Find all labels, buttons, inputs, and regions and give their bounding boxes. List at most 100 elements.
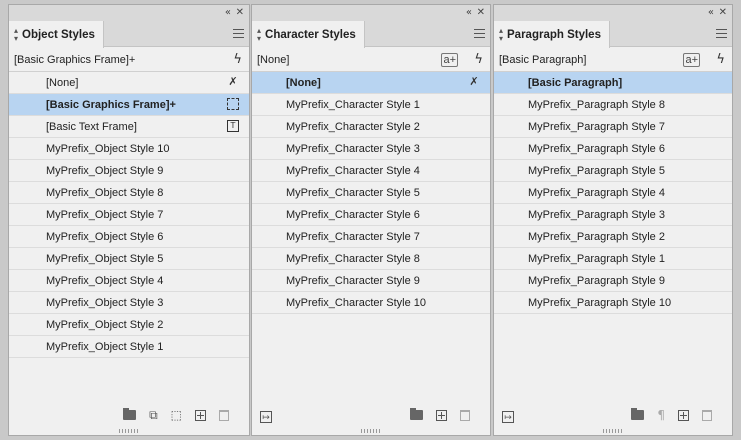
close-icon[interactable]: ✕ [719, 6, 727, 20]
list-item[interactable]: MyPrefix_Object Style 8 [9, 182, 249, 204]
tab-object-styles[interactable]: ▴ ▾ Object Styles [9, 21, 104, 48]
list-item[interactable]: MyPrefix_Character Style 9 [252, 270, 490, 292]
quick-apply-icon[interactable]: ϟ [474, 53, 483, 67]
list-item[interactable]: MyPrefix_Object Style 4 [9, 270, 249, 292]
new-style-group-icon[interactable] [123, 408, 137, 420]
resize-gripper[interactable] [119, 429, 139, 433]
clear-attributes-icon[interactable]: ⬚ [171, 408, 182, 422]
delete-style-icon[interactable] [219, 409, 229, 421]
style-name: MyPrefix_Character Style 8 [286, 252, 420, 265]
panel-menu-icon[interactable] [233, 29, 244, 38]
tab-strip: ▴ ▾ Paragraph Styles [494, 21, 732, 48]
style-name: MyPrefix_Object Style 7 [46, 208, 164, 221]
tab-paragraph-styles[interactable]: ▴ ▾ Paragraph Styles [494, 21, 610, 48]
resize-gripper[interactable] [361, 429, 381, 433]
style-name: MyPrefix_Character Style 1 [286, 98, 420, 111]
list-item[interactable]: MyPrefix_Object Style 2 [9, 314, 249, 336]
tab-order-icon: ▴ ▾ [499, 25, 504, 43]
panel-bottom-bar [252, 404, 490, 426]
list-item[interactable]: MyPrefix_Character Style 1 [252, 94, 490, 116]
list-item[interactable]: MyPrefix_Paragraph Style 4 [494, 182, 732, 204]
style-name: MyPrefix_Character Style 7 [286, 230, 420, 243]
list-item[interactable]: MyPrefix_Paragraph Style 3 [494, 204, 732, 226]
close-icon[interactable]: ✕ [477, 6, 485, 20]
clear-override-icon: ✗ [469, 75, 479, 88]
list-item[interactable]: MyPrefix_Object Style 6 [9, 226, 249, 248]
panel-menu-icon[interactable] [474, 29, 485, 38]
list-item[interactable]: MyPrefix_Paragraph Style 2 [494, 226, 732, 248]
clear-overrides-icon[interactable]: ⧉ [149, 408, 158, 422]
style-name: [Basic Text Frame] [46, 120, 137, 133]
list-item[interactable]: MyPrefix_Character Style 4 [252, 160, 490, 182]
list-item[interactable]: MyPrefix_Object Style 1 [9, 336, 249, 358]
panel-top-strip: « ✕ [9, 5, 249, 21]
create-new-style-icon[interactable] [195, 409, 206, 421]
list-item[interactable]: MyPrefix_Paragraph Style 1 [494, 248, 732, 270]
current-style-row: [None] a+ ϟ [252, 49, 490, 71]
new-style-group-icon[interactable] [410, 408, 423, 420]
delete-style-icon[interactable] [702, 409, 712, 421]
list-item[interactable]: [None] ✗ [9, 72, 249, 94]
list-item[interactable]: MyPrefix_Character Style 6 [252, 204, 490, 226]
delete-style-icon[interactable] [460, 409, 470, 421]
style-name: MyPrefix_Object Style 3 [46, 296, 164, 309]
list-item[interactable]: MyPrefix_Object Style 9 [9, 160, 249, 182]
tab-character-styles[interactable]: ▴ ▾ Character Styles [252, 21, 365, 48]
current-style-label: [Basic Graphics Frame]+ [14, 54, 136, 66]
style-list: [Basic Paragraph] MyPrefix_Paragraph Sty… [494, 71, 732, 405]
style-name: MyPrefix_Object Style 6 [46, 230, 164, 243]
clear-overrides-icon[interactable]: ¶ [657, 408, 665, 422]
style-name: MyPrefix_Paragraph Style 4 [528, 186, 665, 199]
text-frame-icon: T [227, 120, 239, 132]
style-name: MyPrefix_Character Style 2 [286, 120, 420, 133]
style-list: [None] ✗ MyPrefix_Character Style 1 MyPr… [252, 71, 490, 405]
style-name: MyPrefix_Object Style 1 [46, 340, 164, 353]
style-name: MyPrefix_Paragraph Style 9 [528, 274, 665, 287]
current-style-row: [Basic Paragraph] a+ ϟ [494, 49, 732, 71]
list-item[interactable]: MyPrefix_Paragraph Style 5 [494, 160, 732, 182]
list-item[interactable]: MyPrefix_Character Style 5 [252, 182, 490, 204]
list-item[interactable]: MyPrefix_Paragraph Style 6 [494, 138, 732, 160]
list-item[interactable]: MyPrefix_Paragraph Style 9 [494, 270, 732, 292]
style-name: MyPrefix_Paragraph Style 7 [528, 120, 665, 133]
override-icon[interactable]: a+ [683, 53, 700, 67]
list-item[interactable]: MyPrefix_Paragraph Style 7 [494, 116, 732, 138]
list-item[interactable]: MyPrefix_Object Style 3 [9, 292, 249, 314]
collapse-panel-icon[interactable]: « [225, 6, 231, 20]
panel-bottom-bar: ⧉ ⬚ [9, 404, 249, 426]
list-item[interactable]: MyPrefix_Paragraph Style 8 [494, 94, 732, 116]
graphics-frame-icon [227, 98, 239, 110]
list-item[interactable]: [Basic Paragraph] [494, 72, 732, 94]
list-item[interactable]: MyPrefix_Object Style 10 [9, 138, 249, 160]
list-item[interactable]: [Basic Graphics Frame]+ [9, 94, 249, 116]
new-style-group-icon[interactable] [631, 408, 645, 420]
paragraph-styles-panel: « ✕ ▴ ▾ Paragraph Styles [Basic Paragraph… [493, 4, 733, 436]
list-item[interactable]: [Basic Text Frame] T [9, 116, 249, 138]
list-item[interactable]: [None] ✗ [252, 72, 490, 94]
list-item[interactable]: MyPrefix_Character Style 7 [252, 226, 490, 248]
list-item[interactable]: MyPrefix_Character Style 3 [252, 138, 490, 160]
object-styles-panel: « ✕ ▴ ▾ Object Styles [Basic Graphics Fra… [8, 4, 250, 436]
panel-menu-icon[interactable] [716, 29, 727, 38]
style-name: [Basic Graphics Frame]+ [46, 98, 176, 111]
list-item[interactable]: MyPrefix_Object Style 7 [9, 204, 249, 226]
list-item[interactable]: MyPrefix_Paragraph Style 10 [494, 292, 732, 314]
override-icon[interactable]: a+ [441, 53, 458, 67]
list-item[interactable]: MyPrefix_Character Style 8 [252, 248, 490, 270]
create-new-style-icon[interactable] [678, 409, 689, 421]
list-item[interactable]: MyPrefix_Object Style 5 [9, 248, 249, 270]
list-item[interactable]: MyPrefix_Character Style 2 [252, 116, 490, 138]
list-item[interactable]: MyPrefix_Character Style 10 [252, 292, 490, 314]
style-name: MyPrefix_Paragraph Style 5 [528, 164, 665, 177]
resize-gripper[interactable] [603, 429, 623, 433]
collapse-panel-icon[interactable]: « [708, 6, 714, 20]
clear-override-icon: ✗ [228, 75, 238, 88]
close-icon[interactable]: ✕ [236, 6, 244, 20]
create-new-style-icon[interactable] [436, 409, 447, 421]
quick-apply-icon[interactable]: ϟ [233, 53, 242, 67]
current-style-label: [None] [257, 54, 290, 66]
quick-apply-icon[interactable]: ϟ [716, 53, 725, 67]
character-styles-panel: « ✕ ▴ ▾ Character Styles [None] a+ ϟ [Non… [251, 4, 491, 436]
style-name: [None] [286, 76, 321, 89]
collapse-panel-icon[interactable]: « [466, 6, 472, 20]
